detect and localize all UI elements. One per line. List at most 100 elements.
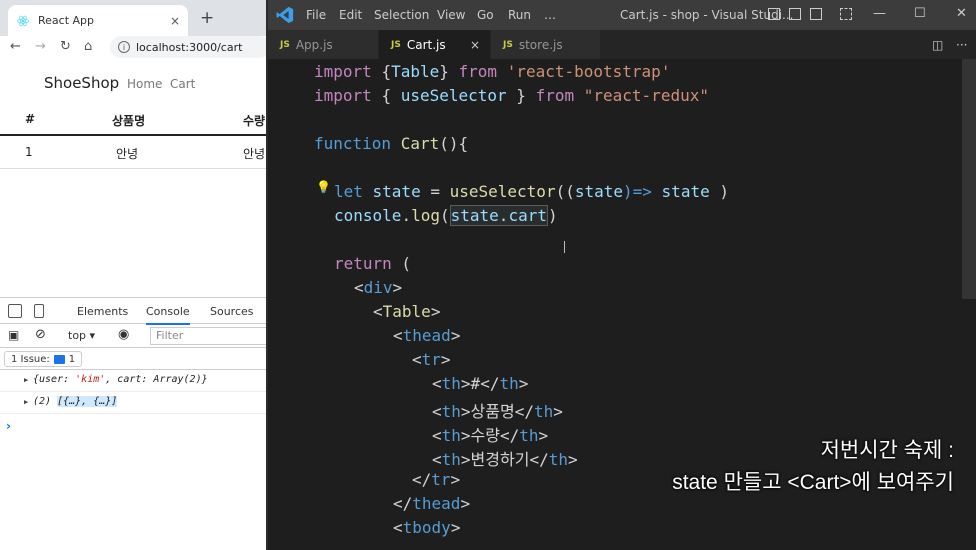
sidebar-toggle-icon[interactable]: ▣ (8, 328, 19, 342)
code-token: > (460, 494, 471, 513)
customize-layout-icon[interactable] (840, 8, 852, 20)
code-token: > (392, 278, 403, 297)
code-line: console.log(state.cart) (334, 205, 558, 230)
code-token: th (519, 426, 539, 445)
editor-scrollbar[interactable] (962, 59, 976, 299)
caption-line-2: state 만들고 <Cart>에 보여주기 (672, 471, 954, 494)
code-token: </ (514, 402, 534, 421)
expand-triangle-icon[interactable]: ▶ (24, 376, 28, 384)
menu-run[interactable]: Run (508, 8, 531, 22)
home-icon[interactable]: ⌂ (84, 39, 92, 54)
code-token: # (470, 374, 481, 393)
code-token: ) (547, 206, 558, 225)
device-toolbar-icon[interactable] (34, 304, 44, 318)
code-line: function Cart(){ (314, 134, 468, 158)
editor-tabbar: JS App.js JS Cart.js × JS store.js ◫ ··· (268, 30, 976, 59)
minimize-icon[interactable]: — (873, 6, 886, 21)
code-token: = (420, 182, 450, 201)
expand-triangle-icon[interactable]: ▶ (24, 398, 28, 406)
code-token: tbody (402, 518, 451, 537)
code-line: </tr> (412, 470, 460, 494)
close-tab-icon[interactable]: × (170, 14, 180, 28)
code-token: < (412, 350, 422, 369)
code-token: th (533, 402, 554, 421)
browser-tab[interactable]: React App × (8, 5, 188, 36)
code-token: < (432, 402, 442, 421)
console-prompt[interactable]: › (6, 419, 11, 433)
more-actions-icon[interactable]: ··· (956, 38, 967, 52)
menu-view[interactable]: View (437, 8, 465, 22)
code-line: let state = useSelector((state)=> state … (334, 182, 729, 206)
tab-cart-js[interactable]: JS Cart.js × (379, 30, 491, 59)
nav-link-cart[interactable]: Cart (170, 77, 195, 91)
menu-more[interactable]: … (544, 8, 556, 22)
clear-console-icon[interactable]: ⊘ (35, 327, 46, 342)
code-token: { (381, 62, 392, 81)
code-token: > (553, 402, 563, 421)
site-info-icon[interactable]: i (118, 41, 130, 53)
toggle-panel-icon[interactable] (789, 8, 801, 20)
code-token: (){ (439, 134, 469, 153)
code-token: import (314, 86, 382, 105)
code-line: <th>#</th> (432, 374, 528, 398)
tab-elements[interactable]: Elements (77, 305, 128, 318)
code-token: > (450, 326, 461, 345)
split-editor-icon[interactable]: ◫ (932, 38, 943, 52)
menu-file[interactable]: File (306, 8, 326, 22)
close-window-icon[interactable]: ✕ (956, 6, 967, 21)
lightbulb-icon[interactable]: 💡 (316, 180, 331, 194)
context-select[interactable]: top ▾ (68, 329, 95, 342)
code-token: > (460, 426, 471, 445)
tab-sources[interactable]: Sources (210, 305, 254, 318)
code-token: from (458, 62, 507, 81)
code-token: } (439, 62, 459, 81)
live-expression-eye-icon[interactable]: ◉ (118, 327, 129, 342)
tab-label: App.js (295, 37, 333, 52)
tab-store-js[interactable]: JS store.js (491, 30, 601, 59)
inspect-element-icon[interactable] (8, 304, 22, 318)
tab-label: Cart.js (406, 37, 446, 52)
console-log-entry[interactable]: ▶ (2) [{…}, {…}] (0, 392, 266, 414)
log-text: (2) [{…}, {…}] (33, 396, 118, 407)
url-input[interactable]: i localhost:3000/cart (110, 36, 266, 58)
close-tab-icon[interactable]: × (470, 38, 480, 52)
code-token: th (499, 374, 519, 393)
console-log-entry[interactable]: ▶ {user: 'kim', cart: Array(2)} (0, 370, 266, 392)
menu-go[interactable]: Go (477, 8, 494, 22)
tab-console[interactable]: Console (146, 305, 190, 325)
code-token: < (354, 278, 364, 297)
back-arrow-icon[interactable]: ← (10, 39, 21, 54)
site-navbar: ShoeShop Home Cart (0, 60, 266, 103)
code-token: tr (421, 350, 441, 369)
code-token: from (535, 86, 584, 105)
table-header-cell: # (25, 112, 36, 126)
site-brand[interactable]: ShoeShop (44, 74, 119, 92)
forward-arrow-icon[interactable]: → (35, 39, 46, 54)
code-token: thead (402, 326, 451, 345)
tab-app-js[interactable]: JS App.js (268, 30, 379, 59)
maximize-icon[interactable]: ☐ (914, 6, 926, 21)
filter-input[interactable]: Filter (150, 327, 266, 345)
code-token: th (441, 426, 461, 445)
code-line: import {Table} from 'react-bootstrap' (314, 62, 670, 86)
reload-icon[interactable]: ↻ (60, 39, 71, 54)
toggle-sidebar-icon[interactable] (768, 8, 780, 20)
nav-link-home[interactable]: Home (127, 77, 162, 91)
code-token: > (538, 426, 549, 445)
code-token: </ (393, 494, 413, 513)
code-token: useSelector (449, 182, 556, 201)
code-token: th (548, 450, 568, 469)
code-token: th (441, 450, 461, 469)
menu-selection[interactable]: Selection (374, 8, 429, 22)
new-tab-button[interactable]: + (200, 8, 214, 28)
code-token: . (401, 206, 412, 225)
code-token: < (373, 302, 383, 321)
menu-edit[interactable]: Edit (339, 8, 362, 22)
code-token: let (334, 182, 373, 201)
issues-button[interactable]: 1 Issue: 1 (4, 351, 83, 367)
devtools-tabbar: Elements Console Sources (0, 298, 266, 325)
toggle-secondary-sidebar-icon[interactable] (810, 8, 822, 20)
code-token: import (314, 62, 382, 81)
code-token: 상품명 (470, 402, 515, 421)
code-line: <div> (354, 278, 402, 302)
